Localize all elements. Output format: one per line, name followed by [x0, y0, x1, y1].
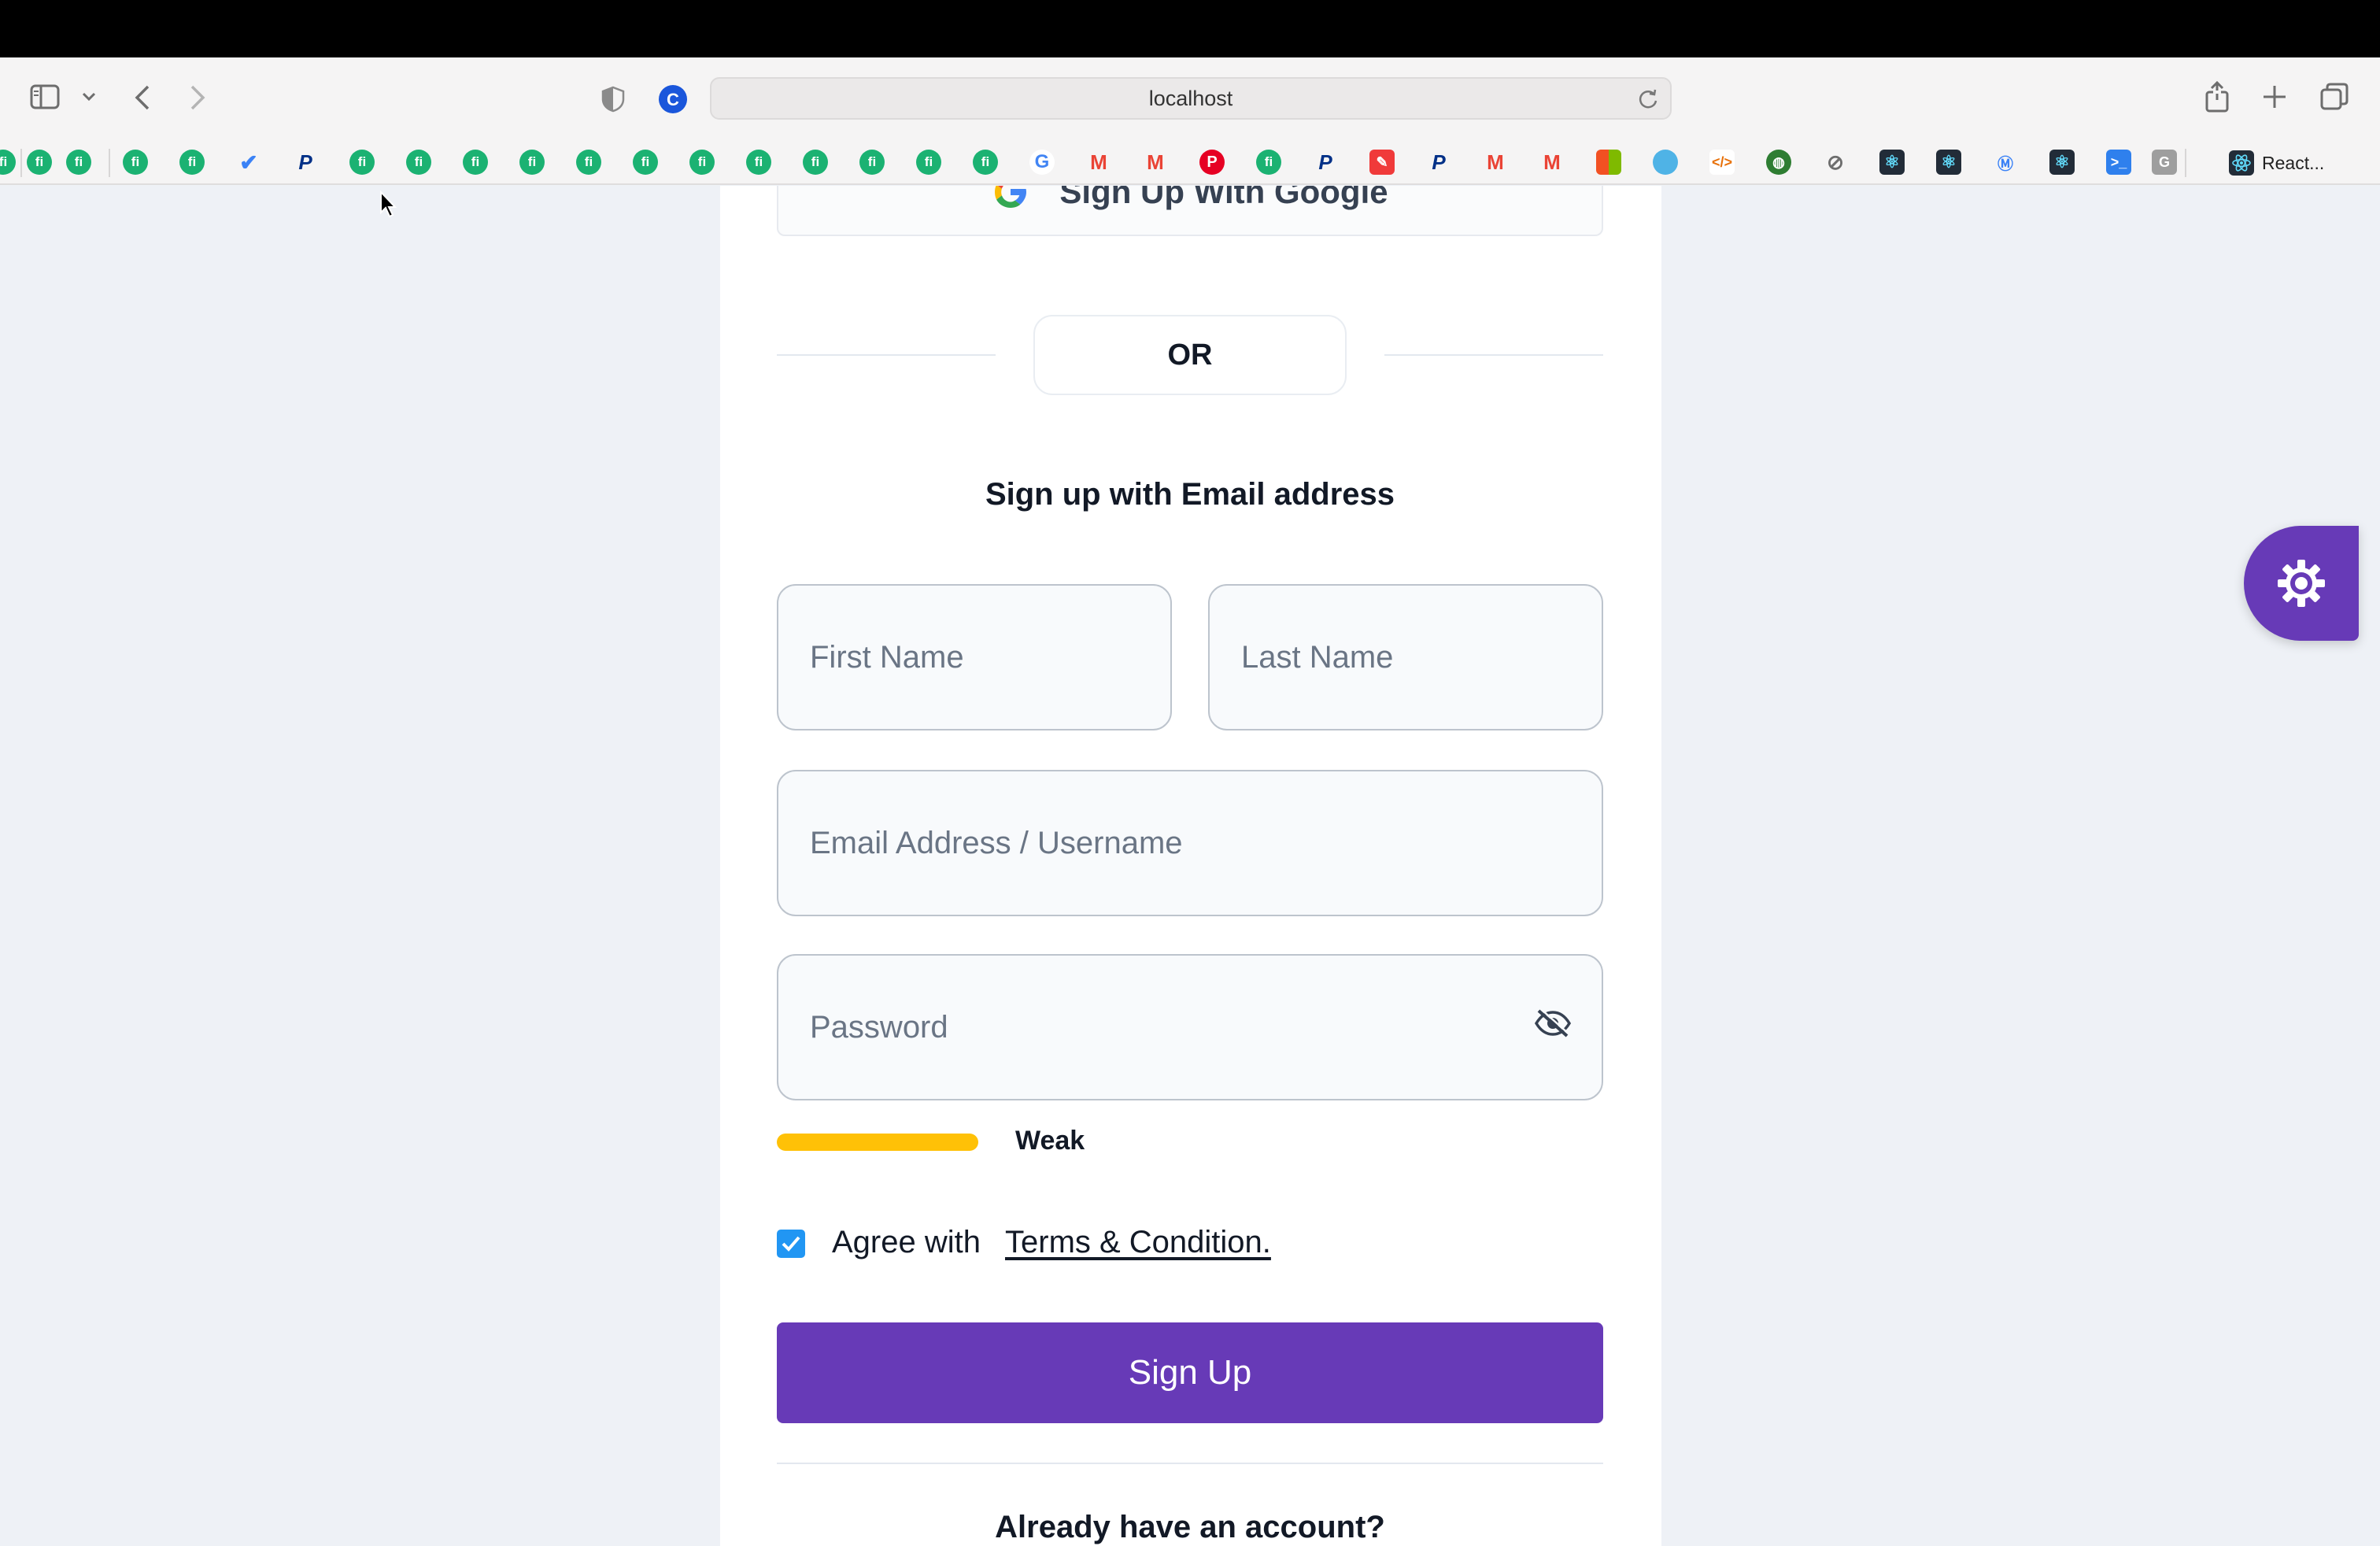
checkmark-icon	[782, 1236, 800, 1252]
or-divider-chip: OR	[1033, 315, 1347, 395]
bottom-divider	[777, 1463, 1603, 1464]
agree-text: Agree with	[832, 1225, 981, 1259]
bookmark-fiverr-icon[interactable]: fi	[746, 150, 771, 175]
bookmark-separator	[109, 149, 110, 177]
bookmark-fiverr-icon[interactable]: fi	[123, 150, 148, 175]
chevron-down-icon[interactable]	[82, 92, 96, 102]
bookmark-fiverr-icon[interactable]: fi	[916, 150, 941, 175]
bookmark-react-icon[interactable]: ⚛	[1936, 150, 1961, 175]
bookmark-code-icon[interactable]: </>	[1709, 150, 1735, 175]
bookmark-fiverr-icon[interactable]: fi	[859, 150, 885, 175]
bookmark-fiverr-icon[interactable]: fi	[689, 150, 715, 175]
bookmark-fiverr-icon[interactable]: fi	[406, 150, 431, 175]
page-content: Sign Up With Google OR Sign up with Emai…	[0, 186, 2380, 1546]
bookmark-g-icon[interactable]: G	[2152, 150, 2177, 175]
bookmark-react-icon[interactable]: ⚛	[1879, 150, 1905, 175]
password-strength-bar	[777, 1134, 978, 1151]
reload-icon[interactable]	[1637, 88, 1659, 116]
bookmark-pinterest-icon[interactable]: P	[1199, 150, 1225, 175]
bookmark-fiverr-icon[interactable]: fi	[519, 150, 545, 175]
back-icon[interactable]	[134, 84, 151, 111]
svg-text:C: C	[667, 90, 679, 109]
menu-bar	[0, 0, 2380, 57]
divider-right	[1384, 354, 1603, 356]
extension-c-icon[interactable]: C	[658, 84, 688, 114]
bookmark-paypal-icon[interactable]: P	[1313, 150, 1338, 175]
bookmark-gmail-icon[interactable]: M	[1539, 150, 1565, 175]
bookmark-fiverr-icon[interactable]: fi	[66, 150, 91, 175]
bookmark-terminal-icon[interactable]: >_	[2106, 150, 2131, 175]
sidebar-toggle-icon[interactable]	[30, 84, 61, 109]
have-account-link[interactable]: Already have an account?	[777, 1510, 1603, 1545]
forward-icon[interactable]	[189, 84, 206, 111]
signup-button-label: Sign Up	[1128, 1353, 1252, 1392]
bookmark-gmail-icon[interactable]: M	[1483, 150, 1508, 175]
bookmark-fiverr-icon[interactable]: fi	[27, 150, 52, 175]
bookmark-checkmark-icon[interactable]: ✔	[236, 150, 261, 175]
password-placeholder: Password	[810, 1009, 948, 1045]
signup-button[interactable]: Sign Up	[777, 1322, 1603, 1423]
bookmark-gmail-icon[interactable]: M	[1143, 150, 1168, 175]
bookmark-fiverr-icon[interactable]: fi	[0, 150, 16, 175]
tab-overview-icon[interactable]	[2320, 83, 2349, 111]
bookmark-google-icon[interactable]: G	[1029, 150, 1055, 175]
favorites-bar: fi fi fi fi fi ✔ P fi fi fi fi fi fi fi …	[0, 141, 2380, 185]
bookmark-separator	[20, 149, 22, 177]
agree-checkbox[interactable]	[777, 1230, 805, 1258]
bookmark-circle-icon[interactable]	[1653, 150, 1678, 175]
bookmark-globe-icon[interactable]: ◍	[1766, 150, 1791, 175]
privacy-shield-icon[interactable]	[601, 86, 625, 113]
bookmark-fiverr-icon[interactable]: fi	[463, 150, 488, 175]
address-bar[interactable]: localhost	[710, 77, 1672, 120]
bookmark-gmail-icon[interactable]: M	[1086, 150, 1111, 175]
google-button-label: Sign Up With Google	[1059, 186, 1388, 210]
bookmark-fiverr-icon[interactable]: fi	[576, 150, 601, 175]
google-icon	[995, 186, 1027, 208]
bookmark-react-icon[interactable]: ⚛	[2049, 150, 2075, 175]
bookmark-fiverr-icon[interactable]: fi	[633, 150, 658, 175]
bookmark-fiverr-icon[interactable]: fi	[973, 150, 998, 175]
bookmark-fiverr-icon[interactable]: fi	[349, 150, 375, 175]
share-icon[interactable]	[2204, 81, 2230, 113]
mouse-cursor-icon	[379, 190, 397, 223]
bookmark-fiverr-icon[interactable]: fi	[1256, 150, 1281, 175]
email-signup-heading: Sign up with Email address	[985, 477, 1395, 512]
terms-link[interactable]: Terms & Condition.	[1005, 1225, 1271, 1260]
bookmark-fiverr-icon[interactable]: fi	[179, 150, 205, 175]
eye-off-icon[interactable]	[1534, 1008, 1572, 1047]
password-strength-label: Weak	[1015, 1126, 1085, 1156]
url-text: localhost	[1148, 86, 1233, 110]
bookmark-microsoft-icon[interactable]	[1596, 150, 1621, 175]
bookmark-paypal-icon[interactable]: P	[1426, 150, 1451, 175]
email-placeholder: Email Address / Username	[810, 825, 1183, 860]
first-name-placeholder: First Name	[810, 639, 964, 675]
google-signup-button[interactable]: Sign Up With Google	[777, 186, 1603, 236]
react-icon	[2229, 150, 2254, 176]
bookmark-app-icon[interactable]: ✎	[1369, 150, 1395, 175]
bookmark-fiverr-icon[interactable]: fi	[803, 150, 828, 175]
first-name-field[interactable]: First Name	[777, 584, 1172, 730]
bookmark-separator	[2185, 149, 2186, 177]
bookmark-paypal-icon[interactable]: P	[293, 150, 318, 175]
or-label: OR	[1167, 338, 1213, 372]
last-name-field[interactable]: Last Name	[1208, 584, 1603, 730]
settings-button[interactable]	[2244, 526, 2359, 641]
gear-icon	[2278, 560, 2325, 607]
bookmark-react-folder[interactable]: React...	[2229, 147, 2324, 179]
bookmark-compass-icon[interactable]: ⊘	[1823, 150, 1848, 175]
email-field[interactable]: Email Address / Username	[777, 770, 1603, 916]
password-field[interactable]: Password	[777, 954, 1603, 1100]
bookmark-react-label: React...	[2262, 152, 2325, 173]
divider-left	[777, 354, 996, 356]
new-tab-icon[interactable]	[2262, 84, 2287, 109]
bookmark-app-icon[interactable]: Ⓜ	[1993, 150, 2018, 175]
last-name-placeholder: Last Name	[1241, 639, 1394, 675]
signup-card: Sign Up With Google OR Sign up with Emai…	[720, 186, 1661, 1546]
